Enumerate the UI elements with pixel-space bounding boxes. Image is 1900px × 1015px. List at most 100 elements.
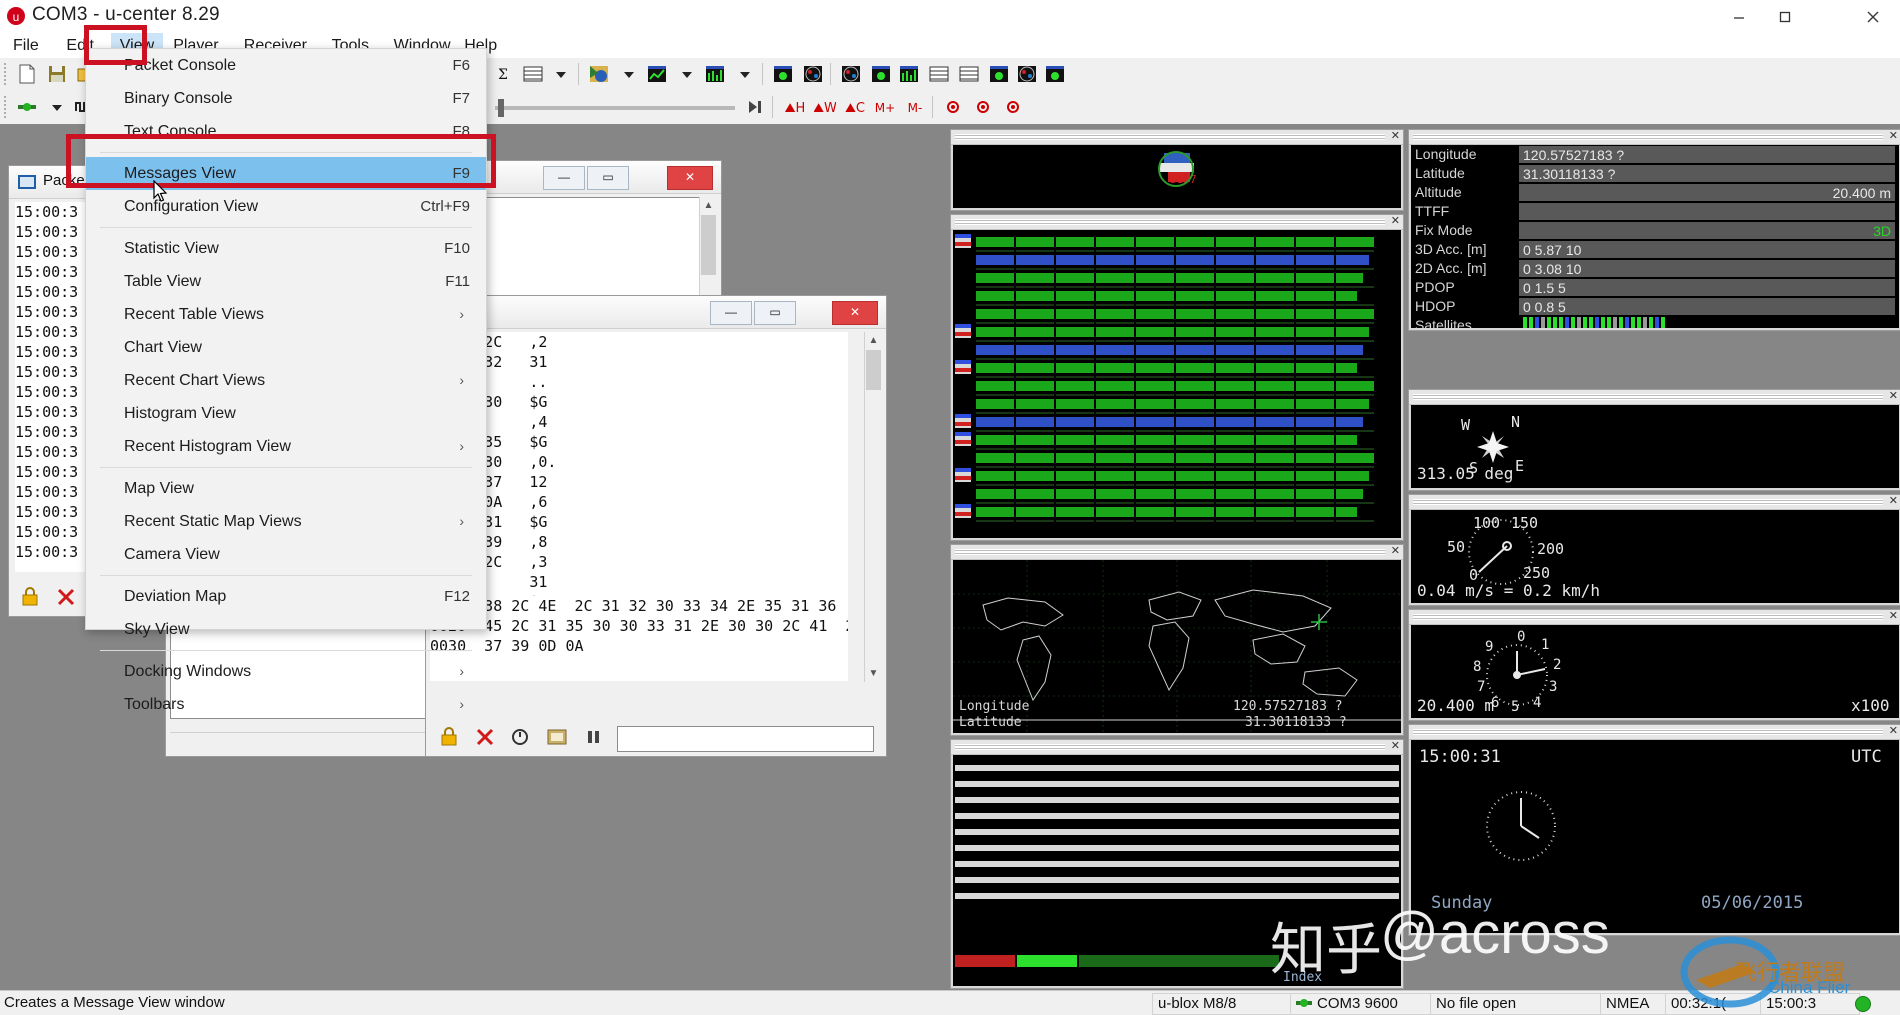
speedometer-header[interactable]: ✕ — [1409, 495, 1900, 510]
toolbar-grip[interactable] — [4, 96, 10, 118]
clear-icon[interactable] — [54, 585, 80, 611]
export-icon[interactable] — [545, 725, 571, 751]
menu-item-configuration-view[interactable]: Configuration ViewCtrl+F9 — [86, 190, 486, 223]
menu-item-recent-table-views[interactable]: Recent Table Views› — [86, 298, 486, 331]
filter-h-button[interactable]: ⛰H — [782, 94, 808, 120]
text-console-close[interactable]: ✕ — [667, 166, 713, 190]
chart-view-dropdown[interactable] — [674, 61, 700, 87]
panel-clock-button[interactable] — [986, 61, 1012, 87]
clear-icon[interactable] — [473, 725, 499, 751]
lock-icon[interactable] — [437, 725, 463, 751]
drag-grip[interactable] — [955, 549, 1385, 555]
panel-levels-button[interactable] — [868, 61, 894, 87]
menu-item-packet-console[interactable]: Packet ConsoleF6 — [86, 49, 486, 82]
menu-item-messages-view[interactable]: Messages ViewF9 — [86, 157, 486, 190]
close-icon[interactable]: ✕ — [1889, 390, 1898, 403]
filter-w-button[interactable]: ⛰W — [812, 94, 838, 120]
panel-table-button[interactable] — [926, 61, 952, 87]
menu-item-text-console[interactable]: Text ConsoleF8 — [86, 115, 486, 148]
menu-item-recent-static-map-views[interactable]: Recent Static Map Views› — [86, 505, 486, 538]
histogram-view-dropdown[interactable] — [732, 61, 758, 87]
close-icon[interactable]: ✕ — [1889, 130, 1898, 143]
menu-item-table-view[interactable]: Table ViewF11 — [86, 265, 486, 298]
drag-grip[interactable] — [1413, 394, 1883, 400]
histogram-view-button[interactable] — [702, 61, 728, 87]
compass-canvas[interactable]: W N S E 313.05 deg — [1411, 405, 1899, 488]
drag-grip[interactable] — [955, 134, 1385, 140]
toolbar-grip[interactable] — [4, 63, 10, 85]
player-dropdown[interactable] — [44, 94, 70, 120]
panel-speed-button[interactable] — [1042, 61, 1068, 87]
drag-grip[interactable] — [955, 219, 1385, 225]
close-icon[interactable]: ✕ — [1889, 725, 1898, 738]
close-icon[interactable]: ✕ — [1391, 130, 1400, 143]
binary-console-input[interactable] — [617, 726, 874, 752]
pause-icon[interactable] — [581, 725, 607, 751]
close-icon[interactable]: ✕ — [1391, 740, 1400, 753]
menu-item-chart-view[interactable]: Chart View — [86, 331, 486, 364]
navigation-data-header[interactable]: ✕ — [1409, 130, 1900, 145]
menu-item-deviation-map[interactable]: Deviation MapF12 — [86, 580, 486, 613]
clock-header[interactable]: ✕ — [1409, 725, 1900, 740]
msg-plus-button[interactable]: M+ — [872, 94, 898, 120]
minimize-button[interactable] — [1716, 0, 1762, 33]
menu-item-map-view[interactable]: Map View — [86, 472, 486, 505]
menu-item-histogram-view[interactable]: Histogram View — [86, 397, 486, 430]
signal-strip-header[interactable]: ✕ — [951, 740, 1403, 755]
binary-console-hex[interactable]: 0010 38 2C 4E 2C 31 32 30 33 34 2E 35 31… — [430, 596, 848, 681]
table-view-button[interactable] — [520, 61, 546, 87]
gear-b-icon[interactable] — [970, 94, 996, 120]
msg-minus-button[interactable]: M- — [902, 94, 928, 120]
new-file-button[interactable] — [14, 61, 40, 87]
drag-grip[interactable] — [1413, 729, 1883, 735]
panel-compass-button[interactable] — [1014, 61, 1040, 87]
chart-view-button[interactable] — [644, 61, 670, 87]
menu-item-toolbars[interactable]: Toolbars› — [86, 688, 486, 721]
world-map-canvas[interactable]: Longitude 120.57527183 ? Latitude 31.301… — [953, 560, 1401, 733]
scroll-thumb[interactable] — [866, 350, 881, 390]
speedometer-panel[interactable]: ✕ 100150 50200 0250 0.04 m/s = 0.2 km/h — [1408, 494, 1900, 606]
scroll-up-arrow[interactable]: ▲ — [700, 197, 717, 214]
menu-item-docking-windows[interactable]: Docking Windows› — [86, 655, 486, 688]
maximize-button[interactable] — [1762, 0, 1808, 33]
altimeter-header[interactable]: ✕ — [1409, 610, 1900, 625]
altimeter-canvas[interactable]: 012 345 678 9 20.400 m x100 — [1411, 625, 1899, 718]
gear-a-icon[interactable] — [940, 94, 966, 120]
binary-console-close[interactable]: ✕ — [832, 301, 878, 325]
lock-icon[interactable] — [18, 585, 44, 611]
player-slider-thumb[interactable] — [498, 99, 504, 117]
speedometer-canvas[interactable]: 100150 50200 0250 0.04 m/s = 0.2 km/h — [1411, 510, 1899, 603]
binary-console-scrollbar[interactable]: ▲ ▼ — [864, 332, 882, 682]
timing-icon[interactable] — [509, 725, 535, 751]
panel-chart-button[interactable] — [896, 61, 922, 87]
close-button[interactable] — [1846, 0, 1900, 33]
satellite-levels-panel[interactable]: ✕ — [950, 214, 1404, 541]
text-console-minimize[interactable]: — — [543, 166, 585, 190]
scroll-down-arrow[interactable]: ▼ — [865, 665, 882, 682]
drag-grip[interactable] — [955, 744, 1385, 750]
sky-view-canvas[interactable]: S137 — [953, 145, 1401, 208]
text-console-maximize[interactable]: ▭ — [587, 166, 629, 190]
panel-skyview-button[interactable] — [838, 61, 864, 87]
close-icon[interactable]: ✕ — [1889, 610, 1898, 623]
menu-item-recent-chart-views[interactable]: Recent Chart Views› — [86, 364, 486, 397]
menu-item-recent-histogram-view[interactable]: Recent Histogram View› — [86, 430, 486, 463]
scroll-thumb[interactable] — [701, 215, 716, 275]
satellite-levels-canvas[interactable] — [953, 230, 1401, 538]
navigation-data-body[interactable]: Longitude120.57527183 ?Latitude31.301181… — [1411, 145, 1899, 328]
table-view-dropdown[interactable] — [548, 61, 574, 87]
save-file-button[interactable] — [44, 61, 70, 87]
deviation-map-button[interactable] — [770, 61, 796, 87]
navigation-data-table[interactable]: Longitude120.57527183 ?Latitude31.301181… — [1411, 145, 1899, 328]
world-map-panel[interactable]: ✕ — [950, 544, 1404, 736]
navigation-data-panel[interactable]: ✕ Longitude120.57527183 ?Latitude31.3011… — [1408, 129, 1900, 331]
compass-panel[interactable]: ✕ W N S E 313.05 deg — [1408, 389, 1900, 491]
sky-view-panel[interactable]: ✕ S137 — [950, 129, 1404, 211]
panel-data-button[interactable] — [956, 61, 982, 87]
player-end-button[interactable] — [742, 94, 768, 120]
close-icon[interactable]: ✕ — [1889, 495, 1898, 508]
menu-file[interactable]: File — [4, 33, 48, 58]
map-view-button[interactable] — [586, 61, 612, 87]
drag-grip[interactable] — [1413, 134, 1883, 140]
map-view-dropdown[interactable] — [616, 61, 642, 87]
